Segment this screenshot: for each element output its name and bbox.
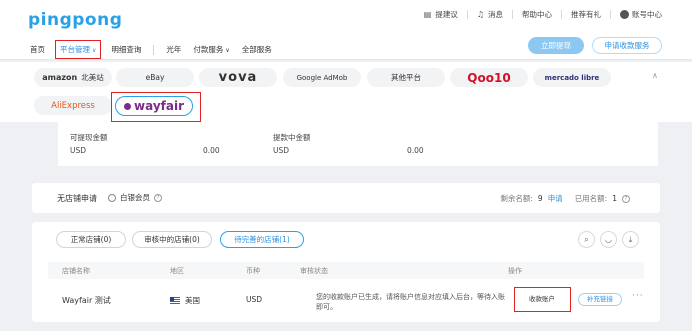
withdraw-button[interactable]: 立即提现 [528,37,584,54]
search-icon[interactable]: ⌕ [578,231,595,248]
col-review-status: 审核状态 [300,267,328,275]
platform-amazon[interactable]: amazon 北美站 [34,68,112,87]
chevron-up-icon[interactable]: ∧ [652,71,658,80]
messages-link[interactable]: ♫ 消息 [477,9,503,20]
help-center-link[interactable]: 帮助中心 [522,9,552,20]
amazon-region-label: 北美站 [81,73,104,82]
remaining-value: 9 [537,194,543,203]
tab-reviewing-stores[interactable]: 审核中的店铺(0) [132,231,212,248]
amazon-logo: amazon [42,73,78,82]
withdrawing-label: 提款中金额 [273,133,311,142]
more-options-icon[interactable]: ··· [632,291,644,301]
nav-platform-management[interactable]: 平台管理 ∨ [55,40,102,59]
table-row: Wayfair 测试 美国 USD 您的收款账户已生成，请将账户信息对应填入后台… [48,284,644,318]
add-link-button[interactable]: 补充链接 [578,293,622,306]
store-review-status: 您的收款账户已生成，请将账户信息对应填入后台，等待入账即可。 [316,293,505,311]
divider [561,10,562,19]
col-store-name: 店铺名称 [62,267,90,275]
platform-qoo10[interactable]: Qoo10 [450,68,528,87]
col-currency: 币种 [246,267,260,275]
used-label: 已用名额: [574,194,608,203]
main-nav: 首页 平台管理 ∨ 明细查询 光年 付款服务 ∨ 全部服务 [30,40,284,59]
tab-normal-stores[interactable]: 正常店铺(0) [56,231,126,248]
chevron-down-icon: ∨ [225,47,230,54]
feedback-icon: ▤ [423,9,432,19]
member-level-label: 白银会员 [120,193,150,202]
store-currency: USD [246,295,263,304]
pingpong-logo[interactable]: pingpong [28,10,122,30]
no-store-apply-card: 无店铺申请 白银会员 ? 剩余名额: 9 申请 已用名额: 1 ? [32,183,660,213]
quota-info: 剩余名额: 9 申请 已用名额: 1 ? [500,193,630,204]
col-region: 地区 [170,267,184,275]
member-level: 白银会员 ? [108,192,162,203]
help-icon[interactable]: ? [154,193,162,202]
platform-admob[interactable]: Google AdMob [283,68,361,87]
apply-account-button[interactable]: 申请收款服务 [592,37,662,54]
us-flag-icon [170,297,180,304]
apply-link[interactable]: 申请 [548,193,563,204]
platform-other[interactable]: 其他平台 [367,68,445,87]
platform-ebay[interactable]: eBay [116,68,194,87]
account-center-link[interactable]: 账号中心 [620,9,662,20]
remaining-label: 剩余名额: [500,194,533,203]
nav-payment-label: 付款服务 [193,45,224,54]
wayfair-logo-icon [124,102,131,110]
account-center-label: 账号中心 [632,10,662,19]
platform-vova[interactable]: vova [199,68,277,87]
tab-pending-stores[interactable]: 待完善的店铺(1) [220,231,304,248]
nav-home[interactable]: 首页 [30,44,45,55]
balance-card: 可提现金额 USD 0.00 提款中金额 USD 0.00 [58,122,658,166]
divider [512,10,513,19]
bell-icon: ♫ [476,9,484,19]
nav-detail-query[interactable]: 明细查询 [111,44,141,55]
messages-label: 消息 [488,10,503,19]
nav-payment-service[interactable]: 付款服务 ∨ [193,44,229,55]
account-avatar-icon [620,10,629,19]
nav-lightyear[interactable]: 光年 [166,44,181,55]
header: pingpong ▤ 提建议 ♫ 消息 帮助中心 推荐有礼 账号中心 首页 平台… [0,0,692,60]
platform-wayfair[interactable]: wayfair [115,96,193,116]
eye-hidden-icon[interactable]: ◡ [600,231,617,248]
chevron-down-icon: ∨ [92,47,97,54]
divider [610,10,611,19]
nav-platform-label: 平台管理 [60,45,90,54]
col-action: 操作 [508,267,522,275]
top-nav: ▤ 提建议 ♫ 消息 帮助中心 推荐有礼 账号中心 [424,9,662,20]
store-list-card: 正常店铺(0) 审核中的店铺(0) 待完善的店铺(1) ⌕ ◡ ⤓ 店铺名称 地… [32,222,660,322]
store-region-label: 美国 [185,296,200,305]
platform-aliexpress[interactable]: AliExpress [34,96,112,115]
platform-mercado-libre[interactable]: mercado libre [533,68,611,87]
feedback-link[interactable]: ▤ 提建议 [424,9,458,20]
store-name: Wayfair 测试 [62,296,111,305]
rewards-link[interactable]: 推荐有礼 [571,9,601,20]
divider [466,10,468,19]
silver-member-icon [108,193,116,202]
available-value: 0.00 [203,146,220,155]
divider [153,44,155,55]
download-icon[interactable]: ⤓ [622,231,639,248]
no-store-apply-title: 无店铺申请 [57,194,97,203]
collection-account-button[interactable]: 收款账户 [518,293,566,306]
feedback-label: 提建议 [435,10,458,19]
withdrawing-value: 0.00 [407,146,424,155]
available-currency: USD [70,146,87,155]
store-region: 美国 [170,295,200,306]
help-icon[interactable]: ? [622,194,630,203]
platform-panel: amazon 北美站 eBay vova Google AdMob 其他平台 Q… [0,62,692,122]
wayfair-logo: wayfair [134,99,184,113]
help-center-label: 帮助中心 [522,10,552,19]
withdrawing-currency: USD [273,146,290,155]
available-label: 可提现金额 [70,133,108,142]
table-header: 店铺名称 地区 币种 审核状态 操作 [48,262,644,279]
nav-all-services[interactable]: 全部服务 [242,44,272,55]
rewards-label: 推荐有礼 [571,10,601,19]
used-value: 1 [612,194,617,203]
